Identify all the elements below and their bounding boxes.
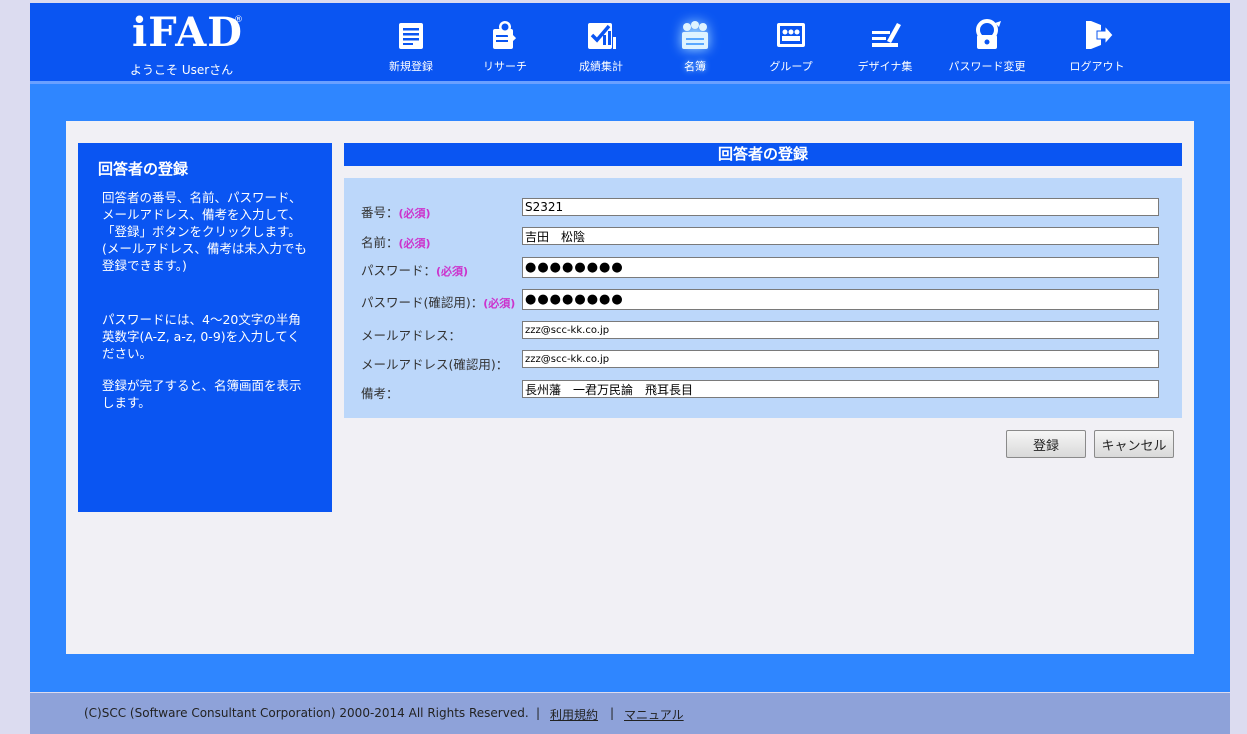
number-label-text: 番号： xyxy=(361,205,399,220)
content-panel: 回答者の登録 回答者の番号、名前、パスワード、メールアドレス、備考を入力して、「… xyxy=(66,121,1194,654)
help-panel: 回答者の登録 回答者の番号、名前、パスワード、メールアドレス、備考を入力して、「… xyxy=(78,143,332,512)
email-input[interactable] xyxy=(522,321,1159,339)
required-tag: (必須) xyxy=(398,237,431,250)
nav-new-registration[interactable]: 新規登録 xyxy=(366,17,456,79)
cancel-button[interactable]: キャンセル xyxy=(1094,430,1174,458)
nav-designer[interactable]: デザイナ集 xyxy=(840,17,930,79)
manual-link[interactable]: マニュアル xyxy=(624,706,684,723)
password-confirm-label-text: パスワード(確認用)： xyxy=(361,295,484,310)
group-icon xyxy=(777,23,805,47)
password-input[interactable] xyxy=(522,257,1159,278)
remarks-label: 備考： xyxy=(361,386,399,401)
grades-icon xyxy=(588,23,616,49)
designer-icon xyxy=(872,23,901,47)
password-confirm-input[interactable] xyxy=(522,289,1159,310)
help-text-1: 回答者の番号、名前、パスワード、メールアドレス、備考を入力して、「登録」ボタンを… xyxy=(102,190,307,273)
required-tag: (必須) xyxy=(483,297,516,310)
nav-password-change[interactable]: パスワード変更 xyxy=(942,17,1032,79)
nav-label: 名簿 xyxy=(684,60,706,73)
main-band: 回答者の登録 回答者の番号、名前、パスワード、メールアドレス、備考を入力して、「… xyxy=(30,84,1230,692)
password-label-text: パスワード： xyxy=(361,263,437,278)
form-title: 回答者の登録 xyxy=(344,143,1182,166)
number-input[interactable] xyxy=(522,198,1159,216)
footer: (C)SCC (Software Consultant Corporation)… xyxy=(30,693,1230,734)
number-label: 番号：(必須) xyxy=(361,202,431,221)
nav-grades[interactable]: 成績集計 xyxy=(556,17,646,79)
remarks-input[interactable] xyxy=(522,380,1159,398)
registered-mark: ® xyxy=(234,15,243,25)
password-confirm-label: パスワード(確認用)：(必須) xyxy=(361,292,515,311)
email-confirm-input[interactable] xyxy=(522,350,1159,368)
logo: iFAD ® ようこそ Userさん xyxy=(130,11,250,78)
footer-separator: | xyxy=(536,706,541,720)
nav-label: ログアウト xyxy=(1069,60,1125,73)
help-text-3: 登録が完了すると、名簿画面を表示します。 xyxy=(102,378,302,410)
copyright-text: (C)SCC (Software Consultant Corporation)… xyxy=(84,706,529,720)
app-frame: iFAD ® ようこそ Userさん 新規登録 リサーチ 成績集計 名簿 グルー… xyxy=(30,3,1230,734)
required-tag: (必須) xyxy=(436,265,469,278)
help-text-2: パスワードには、4〜20文字の半角英数字(A-Z, a-z, 0-9)を入力して… xyxy=(102,312,301,361)
email-label: メールアドレス： xyxy=(361,328,462,343)
name-input[interactable] xyxy=(522,227,1159,245)
nav-label: デザイナ集 xyxy=(857,60,913,73)
header-bar: iFAD ® ようこそ Userさん 新規登録 リサーチ 成績集計 名簿 グルー… xyxy=(30,3,1230,84)
nav-label: リサーチ xyxy=(483,60,527,73)
terms-link[interactable]: 利用規約 xyxy=(550,706,598,723)
research-icon xyxy=(493,21,517,49)
nav-group[interactable]: グループ xyxy=(746,17,836,79)
nav-label: 新規登録 xyxy=(389,60,433,73)
required-tag: (必須) xyxy=(398,207,431,220)
name-label-text: 名前： xyxy=(361,235,399,250)
registration-form: 番号：(必須) 名前：(必須) パスワード：(必須) パスワード(確認用)：(必… xyxy=(344,178,1182,418)
logout-icon xyxy=(1086,21,1114,49)
name-label: 名前：(必須) xyxy=(361,232,431,251)
password-change-icon xyxy=(976,19,1001,49)
nav-label: パスワード変更 xyxy=(948,60,1026,73)
roster-icon xyxy=(682,21,708,49)
email-confirm-label: メールアドレス(確認用)： xyxy=(361,357,509,372)
nav-roster[interactable]: 名簿 xyxy=(650,17,740,79)
new-registration-icon xyxy=(399,23,423,49)
nav-label: グループ xyxy=(769,60,813,73)
password-label: パスワード：(必須) xyxy=(361,260,468,279)
footer-separator: | xyxy=(610,706,615,720)
nav-logout[interactable]: ログアウト xyxy=(1052,17,1142,79)
welcome-text: ようこそ Userさん xyxy=(130,63,234,77)
nav-research[interactable]: リサーチ xyxy=(460,17,550,79)
brand-name: iFAD xyxy=(132,9,243,56)
register-button[interactable]: 登録 xyxy=(1006,430,1086,458)
nav-label: 成績集計 xyxy=(579,60,623,73)
help-title: 回答者の登録 xyxy=(98,160,189,178)
